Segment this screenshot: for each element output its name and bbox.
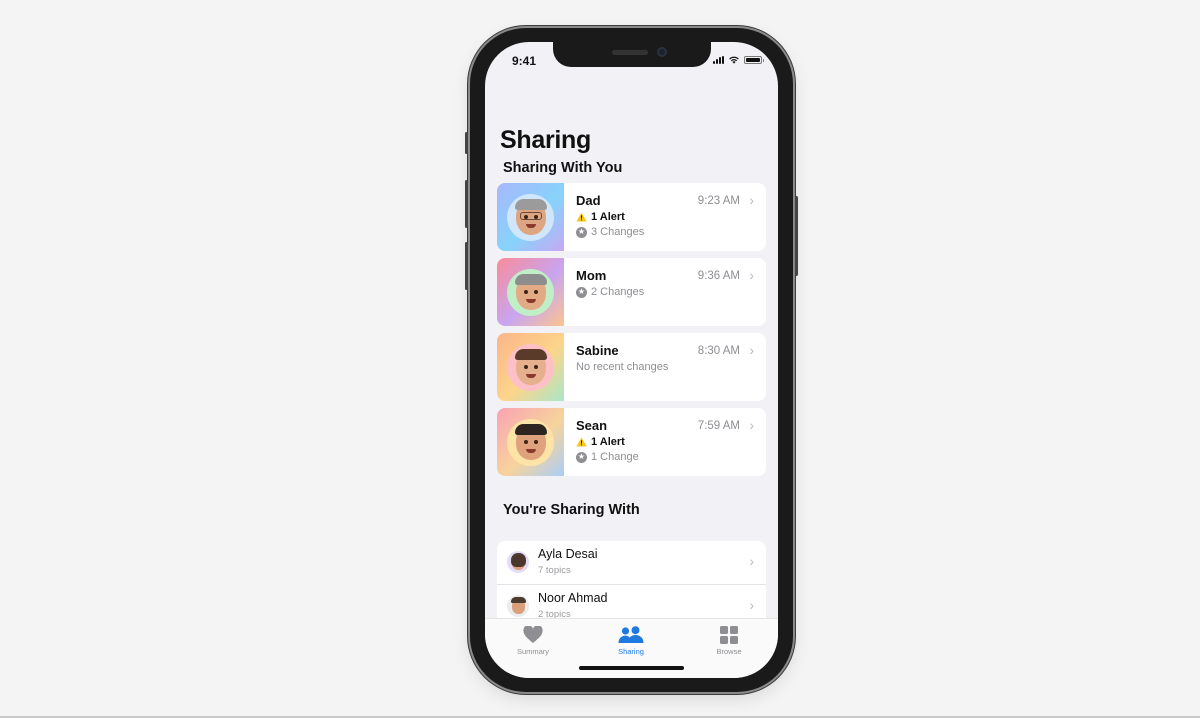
chevron-right-icon: ›	[749, 597, 754, 613]
sharing-card-sabine[interactable]: Sabine 8:30 AM › No recent changes	[497, 333, 766, 401]
avatar-background	[497, 258, 564, 326]
person-name: Ayla Desai	[538, 547, 598, 561]
last-update-time: 8:30 AM	[697, 345, 740, 357]
no-changes-note: No recent changes	[576, 361, 669, 373]
avatar-background	[497, 183, 564, 251]
topics-count: 7 topics	[538, 565, 571, 576]
cellular-signal-icon	[713, 55, 724, 64]
alert-text: 1 Alert	[591, 436, 625, 448]
person-name: Sabine	[576, 343, 619, 358]
section-title-sharing-with-you: Sharing With You	[503, 160, 623, 176]
last-update-time: 7:59 AM	[697, 420, 740, 432]
chevron-right-icon: ›	[749, 553, 754, 569]
volume-up-button	[465, 180, 468, 228]
changes-text: 1 Change	[591, 451, 639, 463]
changes-line: ★ 1 Change	[576, 451, 639, 463]
changes-star-icon: ★	[576, 226, 587, 238]
memoji-avatar	[507, 269, 554, 316]
notch	[553, 42, 711, 67]
status-icons	[713, 55, 764, 64]
avatar-background	[497, 333, 564, 401]
youre-sharing-with-list: Ayla Desai 7 topics › Noor Ahmad 2 topic…	[497, 541, 766, 627]
wifi-icon	[729, 56, 739, 64]
person-name: Mom	[576, 268, 607, 283]
phone-screen: 9:41 Sharing Sharing With You Dad 9:23 A…	[485, 42, 778, 678]
person-name: Dad	[576, 193, 601, 208]
iphone-frame: 9:41 Sharing Sharing With You Dad 9:23 A…	[465, 28, 798, 692]
people-icon	[618, 626, 644, 643]
alert-line: 1 Alert	[576, 211, 625, 223]
tab-summary[interactable]: Summary	[498, 625, 568, 656]
list-item[interactable]: Ayla Desai 7 topics ›	[497, 541, 766, 584]
sharing-card-sean[interactable]: Sean 7:59 AM › 1 Alert ★ 1 Change	[497, 408, 766, 476]
last-update-time: 9:23 AM	[697, 195, 740, 207]
warning-icon	[576, 212, 587, 222]
tab-label: Sharing	[618, 647, 644, 656]
tab-browse[interactable]: Browse	[694, 625, 764, 656]
tab-label: Browse	[716, 647, 742, 656]
avatar	[507, 595, 529, 617]
page-title: Sharing	[500, 126, 591, 154]
warning-icon	[576, 437, 587, 447]
person-name: Sean	[576, 418, 608, 433]
tab-label: Summary	[516, 647, 550, 656]
volume-down-button	[465, 242, 468, 290]
sharing-card-dad[interactable]: Dad 9:23 AM › 1 Alert ★ 3 Changes	[497, 183, 766, 251]
speaker	[612, 50, 648, 55]
avatar-background	[497, 408, 564, 476]
home-indicator[interactable]	[579, 666, 684, 670]
changes-text: 3 Changes	[591, 226, 645, 238]
changes-line: ★ 3 Changes	[576, 226, 644, 238]
tab-bar: Summary Sharing Browse	[485, 618, 778, 678]
chevron-right-icon: ›	[749, 192, 754, 208]
heart-icon	[523, 626, 543, 643]
front-camera	[657, 47, 667, 57]
action-button	[465, 132, 468, 154]
chevron-right-icon: ›	[749, 267, 754, 283]
changes-line: ★ 2 Changes	[576, 286, 644, 298]
status-time: 9:41	[512, 54, 537, 68]
changes-star-icon: ★	[576, 451, 587, 463]
sharing-card-mom[interactable]: Mom 9:36 AM › ★ 2 Changes	[497, 258, 766, 326]
chevron-right-icon: ›	[749, 342, 754, 358]
memoji-avatar	[507, 344, 554, 391]
memoji-avatar	[507, 194, 554, 241]
avatar	[507, 551, 529, 573]
grid-icon	[720, 626, 738, 644]
section-title-youre-sharing-with: You're Sharing With	[503, 502, 640, 518]
last-update-time: 9:36 AM	[697, 270, 740, 282]
changes-text: 2 Changes	[591, 286, 645, 298]
person-name: Noor Ahmad	[538, 591, 608, 605]
power-button	[795, 196, 798, 276]
alert-text: 1 Alert	[591, 211, 625, 223]
tab-sharing[interactable]: Sharing	[596, 625, 666, 656]
battery-icon	[744, 55, 764, 64]
memoji-avatar	[507, 419, 554, 466]
alert-line: 1 Alert	[576, 436, 625, 448]
chevron-right-icon: ›	[749, 417, 754, 433]
changes-star-icon: ★	[576, 286, 587, 298]
